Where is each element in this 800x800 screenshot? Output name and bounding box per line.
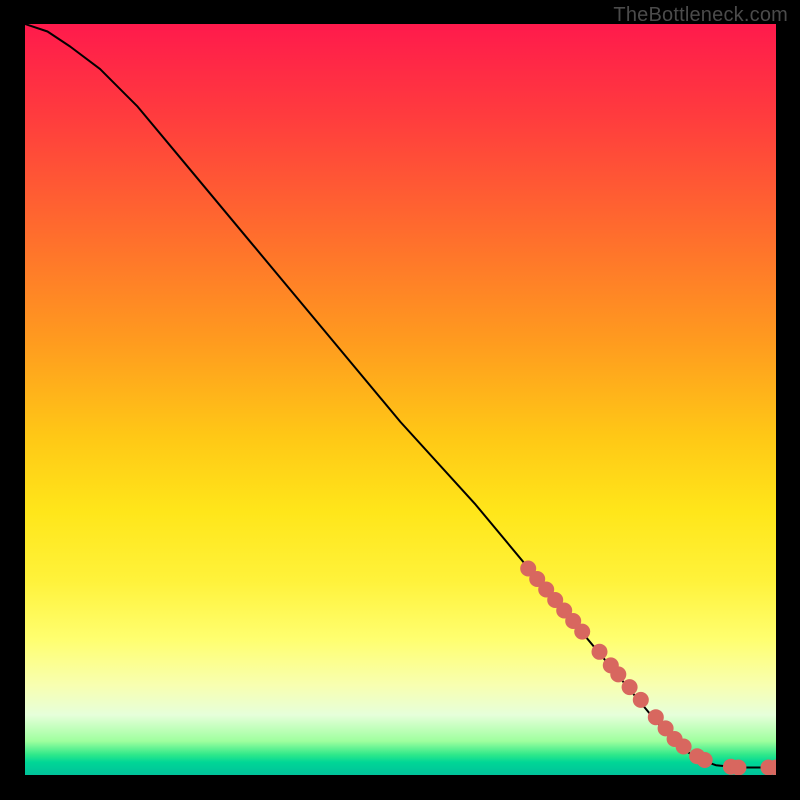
scatter-dot (633, 692, 649, 708)
scatter-dot (610, 666, 626, 682)
scatter-dot (574, 624, 590, 640)
bottleneck-curve (25, 24, 776, 768)
scatter-dot (697, 752, 713, 768)
scatter-markers (520, 561, 776, 776)
curve-layer (25, 24, 776, 775)
plot-area (25, 24, 776, 775)
scatter-dot (730, 760, 746, 776)
scatter-dot (622, 679, 638, 695)
watermark-text: TheBottleneck.com (613, 4, 788, 27)
scatter-dot (676, 739, 692, 755)
scatter-dot (592, 644, 608, 660)
chart-frame: TheBottleneck.com (0, 0, 800, 800)
